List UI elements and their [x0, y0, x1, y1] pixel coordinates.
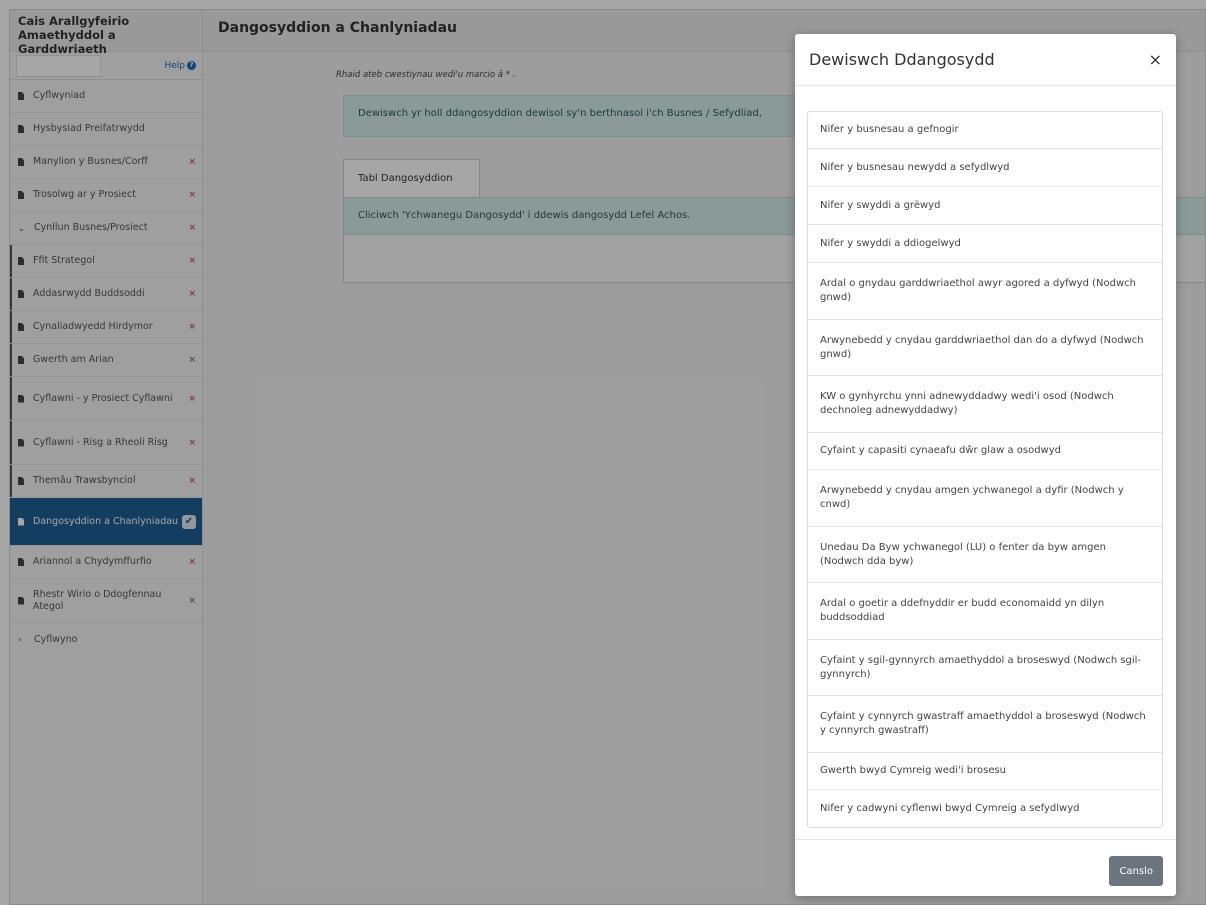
list-item[interactable]: Ardal o gnydau garddwriaethol awyr agore… — [808, 263, 1162, 320]
list-item[interactable]: Nifer y swyddi a ddiogelwyd — [808, 225, 1162, 263]
list-item[interactable]: Gwerth bwyd Cymreig wedi'i brosesu — [808, 753, 1162, 790]
list-item[interactable]: Arwynebedd y cnydau amgen ychwanegol a d… — [808, 470, 1162, 527]
list-item[interactable]: Arwynebedd y cnydau garddwriaethol dan d… — [808, 320, 1162, 376]
list-item[interactable]: Cyfaint y capasiti cynaeafu dŵr glaw a o… — [808, 433, 1162, 470]
modal-header: Dewiswch Ddangosydd × — [795, 34, 1176, 86]
list-item[interactable]: Nifer y busnesau a gefnogir — [808, 112, 1162, 149]
modal-footer: Canslo — [795, 839, 1176, 896]
list-item[interactable]: Nifer y busnesau newydd a sefydlwyd — [808, 149, 1162, 187]
list-item[interactable]: KW o gynhyrchu ynni adnewyddadwy wedi'i … — [808, 376, 1162, 433]
list-item[interactable]: Unedau Da Byw ychwanegol (LU) o fenter d… — [808, 527, 1162, 583]
modal-title: Dewiswch Ddangosydd — [809, 50, 995, 69]
select-indicator-modal: Dewiswch Ddangosydd × Nifer y busnesau a… — [795, 34, 1176, 896]
list-item[interactable]: Cyfaint y sgil-gynnyrch amaethyddol a br… — [808, 640, 1162, 696]
list-item[interactable]: Ardal o goetir a ddefnyddir er budd econ… — [808, 583, 1162, 640]
cancel-button[interactable]: Canslo — [1109, 856, 1163, 886]
list-item[interactable]: Cyfaint y cynnyrch gwastraff amaethyddol… — [808, 696, 1162, 753]
close-icon[interactable]: × — [1149, 50, 1162, 69]
indicator-list: Nifer y busnesau a gefnogir Nifer y busn… — [807, 111, 1163, 828]
list-item[interactable]: Nifer y cadwyni cyflenwi bwyd Cymreig a … — [808, 790, 1162, 827]
list-item[interactable]: Nifer y swyddi a grëwyd — [808, 187, 1162, 225]
